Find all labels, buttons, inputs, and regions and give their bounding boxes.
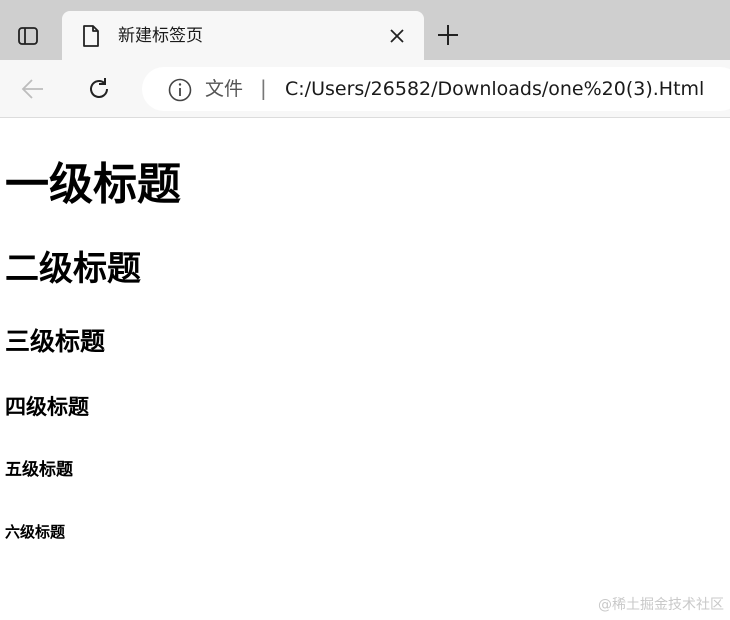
site-info-label[interactable]: 文件 xyxy=(205,76,243,102)
reload-button[interactable] xyxy=(84,74,114,104)
heading-level-1: 一级标题 xyxy=(5,159,181,210)
address-separator: | xyxy=(260,76,267,100)
address-bar[interactable]: 文件 | C:/Users/26582/Downloads/one%20(3).… xyxy=(142,67,730,111)
tab-strip: 新建标签页 xyxy=(0,0,730,60)
reload-icon xyxy=(90,78,108,98)
browser-toolbar: 文件 | C:/Users/26582/Downloads/one%20(3).… xyxy=(0,60,730,118)
window-layout-icon xyxy=(18,27,38,45)
page-content: 一级标题 二级标题 三级标题 四级标题 五级标题 六级标题 xyxy=(0,118,730,620)
window-layout-button[interactable] xyxy=(12,20,44,52)
heading-level-2: 二级标题 xyxy=(5,249,141,289)
heading-level-5: 五级标题 xyxy=(5,460,73,480)
url-text[interactable]: C:/Users/26582/Downloads/one%20(3).Html xyxy=(285,76,704,102)
info-icon[interactable] xyxy=(167,77,193,103)
watermark: @稀土掘金技术社区 xyxy=(598,597,724,613)
blank-page-icon xyxy=(83,25,99,47)
tab-title: 新建标签页 xyxy=(118,26,203,46)
heading-level-6: 六级标题 xyxy=(5,523,66,541)
plus-icon xyxy=(438,25,458,45)
close-icon xyxy=(390,29,404,43)
heading-level-4: 四级标题 xyxy=(5,395,89,419)
active-tab[interactable]: 新建标签页 xyxy=(62,11,424,60)
back-arrow-icon xyxy=(21,79,43,99)
tab-close-button[interactable] xyxy=(386,25,408,47)
heading-level-3: 三级标题 xyxy=(5,327,106,356)
back-button[interactable] xyxy=(18,74,48,104)
new-tab-button[interactable] xyxy=(433,20,463,50)
